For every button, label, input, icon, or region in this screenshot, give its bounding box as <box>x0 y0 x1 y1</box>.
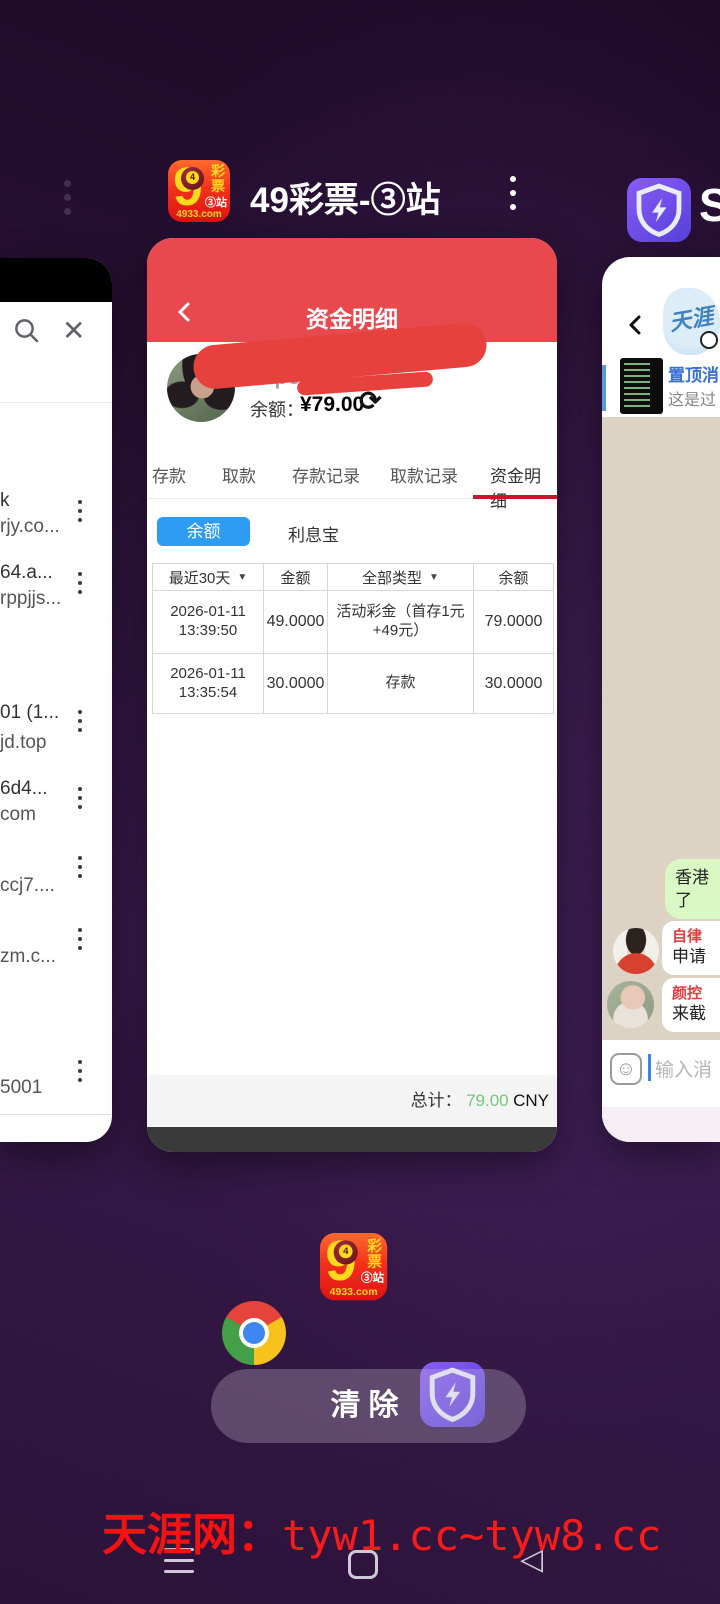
shield-icon <box>627 178 691 242</box>
tab-item-title[interactable]: 01 (1... <box>0 702 59 724</box>
pinned-title[interactable]: 置顶消 <box>668 361 719 386</box>
tab-deposit-records[interactable]: 存款记录 <box>292 462 360 487</box>
lottery-app-icon[interactable]: 9 4 彩 票 ③站 4933.com <box>320 1233 387 1300</box>
wallet-bottom-bar <box>147 1127 557 1152</box>
wallet-header: 资金明细 <box>147 238 557 342</box>
keyboard-strip <box>602 1107 720 1142</box>
close-icon[interactable]: ✕ <box>62 314 85 347</box>
cell-datetime: 2026-01-1113:39:50 <box>153 591 264 654</box>
logo-badge <box>700 331 718 349</box>
item-menu-icon[interactable] <box>78 572 82 599</box>
item-menu-icon[interactable] <box>78 1060 82 1087</box>
chat-app-icon[interactable] <box>627 178 691 242</box>
divider <box>0 1114 112 1115</box>
total-bar: 总计： 79.00 CNY <box>147 1075 557 1127</box>
item-menu-icon[interactable] <box>78 787 82 814</box>
avatar[interactable] <box>607 981 654 1028</box>
refresh-icon[interactable]: ⟳ <box>359 386 382 417</box>
faint-menu-icon[interactable] <box>64 180 71 222</box>
recent-app-card-browser[interactable]: ✕ k rjy.co... 64.a... rppjjs... 01 (1...… <box>0 258 112 1142</box>
col-header-type[interactable]: 全部类型▼ <box>328 564 474 591</box>
balance-value: ¥79.00 <box>300 393 364 417</box>
tab-item-title[interactable]: k <box>0 490 10 512</box>
item-menu-icon[interactable] <box>78 856 82 883</box>
cell-datetime: 2026-01-1113:35:54 <box>153 654 264 714</box>
watermark: 天涯网：tyw1.cc~tyw8.cc <box>102 1498 661 1563</box>
incoming-message[interactable]: 自律 申请 <box>662 921 720 975</box>
pinned-subtitle: 这是过 <box>668 386 716 410</box>
current-app-icon[interactable]: 9 4 彩 票 ③站 4933.com <box>168 160 230 222</box>
pinned-thumbnail[interactable] <box>620 358 663 414</box>
recent-app-card-wallet[interactable]: 资金明细 Vip888 余额： ¥79.00 ⟳ 存款 取款 存款记录 取款记录… <box>147 238 557 1152</box>
balance-label: 余额： <box>250 396 304 422</box>
pinned-accent-bar <box>602 365 606 411</box>
chat-input-bar: ☺ 输入消 <box>602 1040 720 1107</box>
billiard-ball-icon: 4 <box>334 1240 358 1264</box>
total-label: 总计： <box>411 1091 462 1110</box>
tab-item-url[interactable]: jd.top <box>0 732 46 754</box>
col-header-date[interactable]: 最近30天▼ <box>153 564 264 591</box>
sticker-icon[interactable]: ☺ <box>610 1053 642 1085</box>
total-value: 79.00 <box>466 1091 509 1110</box>
tab-item-url[interactable]: zm.c... <box>0 946 56 968</box>
incoming-message[interactable]: 颜控 来截 <box>662 978 720 1032</box>
tab-withdraw[interactable]: 取款 <box>222 462 256 487</box>
total-currency: CNY <box>513 1091 549 1110</box>
search-icon[interactable] <box>12 316 42 346</box>
cell-amount: 49.0000 <box>264 591 328 654</box>
current-app-title: 49彩票-③站 <box>250 172 441 223</box>
tab-deposit[interactable]: 存款 <box>152 462 186 487</box>
subtab-interest[interactable]: 利息宝 <box>288 521 339 546</box>
item-menu-icon[interactable] <box>78 500 82 527</box>
watermark-prefix: 天涯网： <box>102 1510 282 1560</box>
cell-amount: 30.0000 <box>264 654 328 714</box>
page-title: 资金明细 <box>147 300 557 334</box>
cell-type: 存款 <box>328 654 474 714</box>
tianya-logo: 天涯 <box>663 288 720 355</box>
watermark-urls: tyw1.cc~tyw8.cc <box>282 1511 661 1560</box>
tab-item-url[interactable]: rjy.co... <box>0 516 60 538</box>
item-menu-icon[interactable] <box>78 710 82 737</box>
recent-app-card-chat[interactable]: 天涯 置顶消 这是过 香港了 自律 申请 颜控 来截 ☺ 输入消 <box>602 257 720 1142</box>
chrome-app-icon[interactable] <box>222 1301 286 1365</box>
back-icon[interactable] <box>624 313 648 337</box>
billiard-ball-icon: 4 <box>181 167 204 190</box>
app-options-icon[interactable] <box>510 176 516 218</box>
message-input[interactable]: 输入消 <box>655 1055 712 1082</box>
cell-type: 活动彩金（首存1元+49元） <box>328 591 474 654</box>
active-tab-underline <box>473 495 557 499</box>
col-header-amount: 金额 <box>264 564 328 591</box>
clear-all-button[interactable]: 清除 <box>211 1369 526 1443</box>
text-caret <box>648 1054 651 1081</box>
tab-item-title[interactable]: 6d4... <box>0 778 48 800</box>
tab-fund-details-active[interactable]: 资金明细 <box>490 462 557 512</box>
chat-app-title: S <box>699 178 720 232</box>
tab-item-url[interactable]: 5001 <box>0 1077 42 1099</box>
tab-item-url[interactable]: rppjjs... <box>0 588 61 610</box>
item-menu-icon[interactable] <box>78 928 82 955</box>
tab-item-url[interactable]: ccj7.... <box>0 875 55 897</box>
cell-balance: 30.0000 <box>474 654 554 714</box>
tab-item-title[interactable]: 64.a... <box>0 562 53 584</box>
chevron-down-icon: ▼ <box>237 572 247 583</box>
subtab-balance-active[interactable]: 余额 <box>157 517 250 546</box>
outgoing-message[interactable]: 香港了 <box>665 859 720 919</box>
divider <box>0 402 112 403</box>
cell-balance: 79.0000 <box>474 591 554 654</box>
tab-item-url[interactable]: com <box>0 804 36 826</box>
col-header-balance: 余额 <box>474 564 554 591</box>
browser-statusbar <box>0 258 112 302</box>
avatar[interactable] <box>613 928 659 974</box>
fund-table: 最近30天▼ 金额 全部类型▼ 余额 2026-01-1113:39:50 49… <box>152 563 554 714</box>
tab-withdraw-records[interactable]: 取款记录 <box>390 462 458 487</box>
chevron-down-icon: ▼ <box>429 572 439 583</box>
